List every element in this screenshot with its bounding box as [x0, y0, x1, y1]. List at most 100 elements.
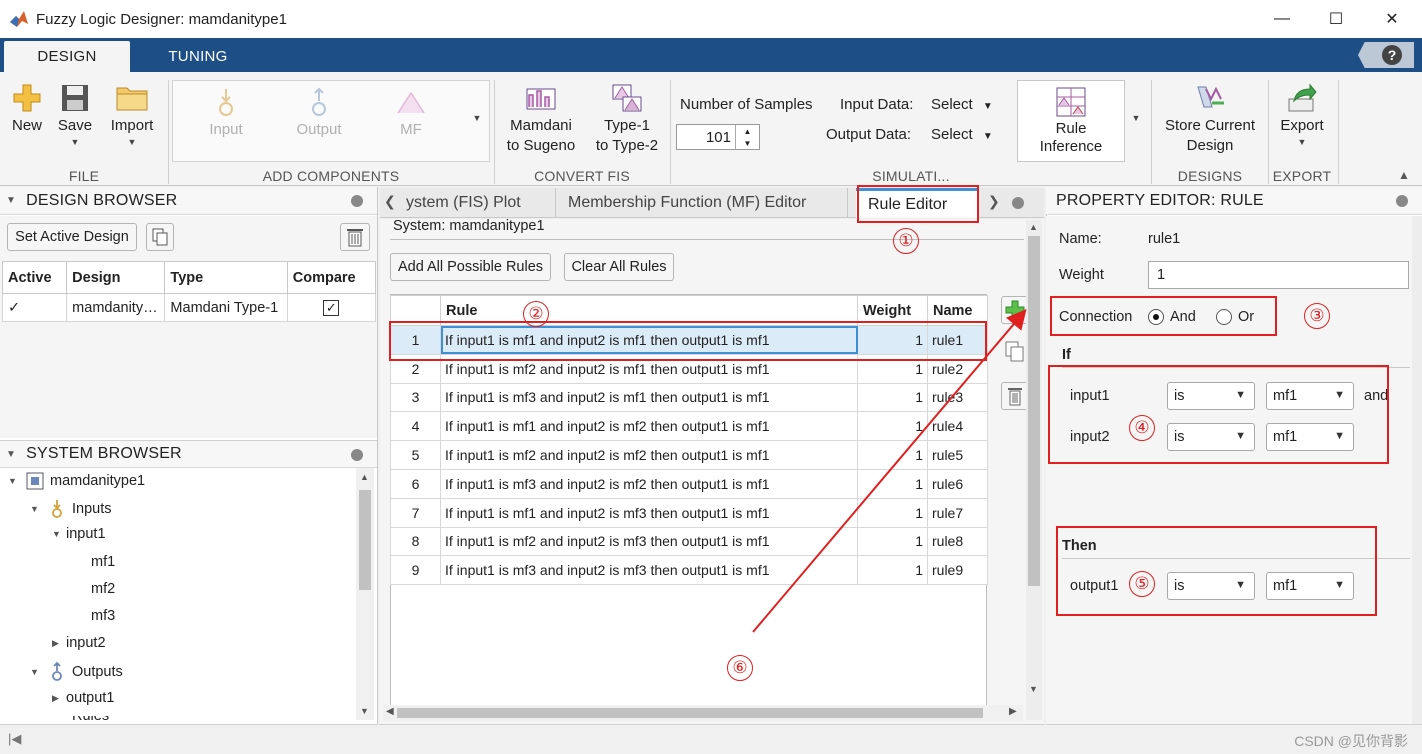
- rules-hscrollbar[interactable]: ◀ ▶: [383, 705, 1023, 721]
- clear-all-rules-button[interactable]: Clear All Rules: [564, 253, 674, 281]
- help-button[interactable]: ?: [1358, 42, 1414, 68]
- mamdani-to-sugeno-button[interactable]: Mamdani to Sugeno: [502, 82, 580, 156]
- new-button[interactable]: New: [6, 82, 48, 136]
- system-browser-scrollbar[interactable]: ▲ ▼: [356, 468, 374, 720]
- tab-scroll-right-icon[interactable]: ❯: [988, 193, 1000, 210]
- column-header[interactable]: Active: [1, 261, 68, 294]
- rule-text-cell[interactable]: If input1 is mf2 and input2 is mf2 then …: [440, 440, 858, 470]
- compare-checkbox[interactable]: ✓: [286, 293, 377, 322]
- import-button[interactable]: Import ▼: [104, 82, 160, 148]
- tree-mf2[interactable]: mf2: [91, 581, 115, 597]
- rule-name-cell[interactable]: rule5: [927, 440, 988, 470]
- weight-input[interactable]: 1: [1148, 261, 1409, 289]
- property-editor-scrollbar[interactable]: [1412, 216, 1422, 724]
- table-row[interactable]: 7 If input1 is mf1 and input2 is mf3 then…: [390, 497, 988, 528]
- table-row[interactable]: ✓ mamdanity… Mamdani Type-1 ✓: [1, 293, 377, 322]
- rule-index-cell[interactable]: 6: [390, 468, 441, 499]
- rule-editor-scrollbar[interactable]: ▲ ▼: [1026, 220, 1042, 720]
- rule-inference-button[interactable]: Rule Inference: [1030, 86, 1112, 156]
- rule-text-cell[interactable]: If input1 is mf3 and input2 is mf2 then …: [440, 468, 858, 499]
- spinner-arrows-icon[interactable]: ▲ ▼: [735, 125, 759, 149]
- rule-name-cell[interactable]: rule3: [927, 382, 988, 413]
- copy-design-button[interactable]: [146, 223, 174, 251]
- add-rule-button[interactable]: [1001, 296, 1029, 324]
- collapse-triangle-icon[interactable]: ▼: [6, 449, 16, 460]
- panel-menu-icon[interactable]: [351, 449, 363, 461]
- tab-design[interactable]: DESIGN: [4, 41, 130, 72]
- gallery-expand-button[interactable]: ▼: [468, 112, 486, 124]
- copy-rule-button[interactable]: [1001, 338, 1029, 366]
- rule-index-cell[interactable]: 5: [390, 440, 441, 470]
- tab-scroll-left-icon[interactable]: ❮: [384, 193, 396, 210]
- set-active-design-button[interactable]: Set Active Design: [7, 223, 137, 251]
- rule-name-cell[interactable]: rule8: [927, 526, 988, 557]
- tree-mf1[interactable]: mf1: [91, 554, 115, 570]
- scroll-thumb[interactable]: [359, 490, 371, 590]
- scroll-thumb[interactable]: [397, 708, 983, 718]
- rule-name-cell[interactable]: rule6: [927, 468, 988, 499]
- num-samples-spinner[interactable]: 101 ▲ ▼: [676, 124, 760, 150]
- column-header[interactable]: Compare: [286, 261, 377, 294]
- table-row[interactable]: 3 If input1 is mf3 and input2 is mf1 then…: [390, 382, 988, 413]
- collapse-ribbon-icon[interactable]: ▲: [1398, 168, 1410, 182]
- add-all-rules-button[interactable]: Add All Possible Rules: [390, 253, 551, 281]
- table-row[interactable]: 5 If input1 is mf2 and input2 is mf2 then…: [390, 440, 988, 470]
- table-row[interactable]: 9 If input1 is mf3 and input2 is mf3 then…: [390, 555, 988, 586]
- export-button[interactable]: Export ▼: [1272, 82, 1332, 148]
- rule-inference-expand-button[interactable]: ▼: [1127, 112, 1145, 124]
- tree-root-system[interactable]: ▼ mamdanitype1: [8, 472, 145, 490]
- rule-name-cell[interactable]: rule7: [927, 497, 988, 528]
- tab-system-fis-plot[interactable]: ystem (FIS) Plot: [406, 188, 556, 218]
- collapse-triangle-icon[interactable]: ▼: [6, 195, 16, 206]
- column-header[interactable]: Type: [164, 261, 288, 294]
- minimize-button[interactable]: —: [1256, 0, 1308, 38]
- rule-weight-cell[interactable]: 1: [857, 468, 928, 499]
- table-row[interactable]: 6 If input1 is mf3 and input2 is mf2 then…: [390, 468, 988, 499]
- tree-inputs[interactable]: ▼ Inputs: [30, 499, 112, 519]
- delete-design-button[interactable]: [340, 223, 370, 251]
- active-check[interactable]: ✓: [1, 293, 68, 322]
- rule-index-cell[interactable]: 8: [390, 526, 441, 557]
- rule-weight-cell[interactable]: 1: [857, 382, 928, 413]
- output-data-dropdown[interactable]: Select ▼: [931, 126, 993, 143]
- rule-text-cell[interactable]: If input1 is mf3 and input2 is mf1 then …: [440, 382, 858, 413]
- tab-menu-icon[interactable]: [1012, 197, 1024, 209]
- add-mf-button[interactable]: MF: [388, 86, 434, 140]
- store-current-design-button[interactable]: Store Current Design: [1158, 82, 1262, 156]
- close-button[interactable]: ✕: [1366, 0, 1418, 38]
- delete-rule-button[interactable]: [1001, 382, 1029, 410]
- panel-menu-icon[interactable]: [351, 195, 363, 207]
- save-button[interactable]: Save ▼: [54, 82, 96, 148]
- tree-rules-clipped[interactable]: Rules: [52, 716, 109, 724]
- panel-menu-icon[interactable]: [1396, 195, 1408, 207]
- rule-name-cell[interactable]: rule4: [927, 411, 988, 442]
- table-row[interactable]: 4 If input1 is mf1 and input2 is mf2 then…: [390, 411, 988, 442]
- tab-mf-editor[interactable]: Membership Function (MF) Editor: [568, 188, 848, 218]
- tree-input1[interactable]: ▼ input1: [52, 526, 106, 542]
- table-row[interactable]: 8 If input1 is mf2 and input2 is mf3 then…: [390, 526, 988, 557]
- rule-weight-cell[interactable]: 1: [857, 555, 928, 586]
- scroll-thumb[interactable]: [1028, 236, 1040, 586]
- rule-name-cell[interactable]: rule9: [927, 555, 988, 586]
- rule-text-cell[interactable]: If input1 is mf2 and input2 is mf3 then …: [440, 526, 858, 557]
- rule-weight-cell[interactable]: 1: [857, 526, 928, 557]
- type1-to-type2-button[interactable]: Type-1 to Type-2: [588, 82, 666, 156]
- collapse-left-icon[interactable]: |◀: [8, 731, 21, 747]
- input-data-dropdown[interactable]: Select ▼: [931, 96, 993, 113]
- rule-weight-cell[interactable]: 1: [857, 497, 928, 528]
- tree-output1[interactable]: ▶ output1: [52, 690, 114, 706]
- add-input-button[interactable]: Input: [200, 86, 252, 140]
- rule-index-cell[interactable]: 3: [390, 382, 441, 413]
- add-output-button[interactable]: Output: [290, 86, 348, 140]
- rule-weight-cell[interactable]: 1: [857, 440, 928, 470]
- maximize-button[interactable]: ☐: [1310, 0, 1362, 38]
- column-header[interactable]: Design: [66, 261, 166, 294]
- rule-weight-cell[interactable]: 1: [857, 411, 928, 442]
- rule-text-cell[interactable]: If input1 is mf3 and input2 is mf3 then …: [440, 555, 858, 586]
- tree-outputs[interactable]: ▼ Outputs: [30, 662, 123, 682]
- rule-text-cell[interactable]: If input1 is mf1 and input2 is mf2 then …: [440, 411, 858, 442]
- tree-input2[interactable]: ▶ input2: [52, 635, 106, 651]
- tab-tuning[interactable]: TUNING: [150, 41, 246, 72]
- tree-mf3[interactable]: mf3: [91, 608, 115, 624]
- rule-text-cell[interactable]: If input1 is mf1 and input2 is mf3 then …: [440, 497, 858, 528]
